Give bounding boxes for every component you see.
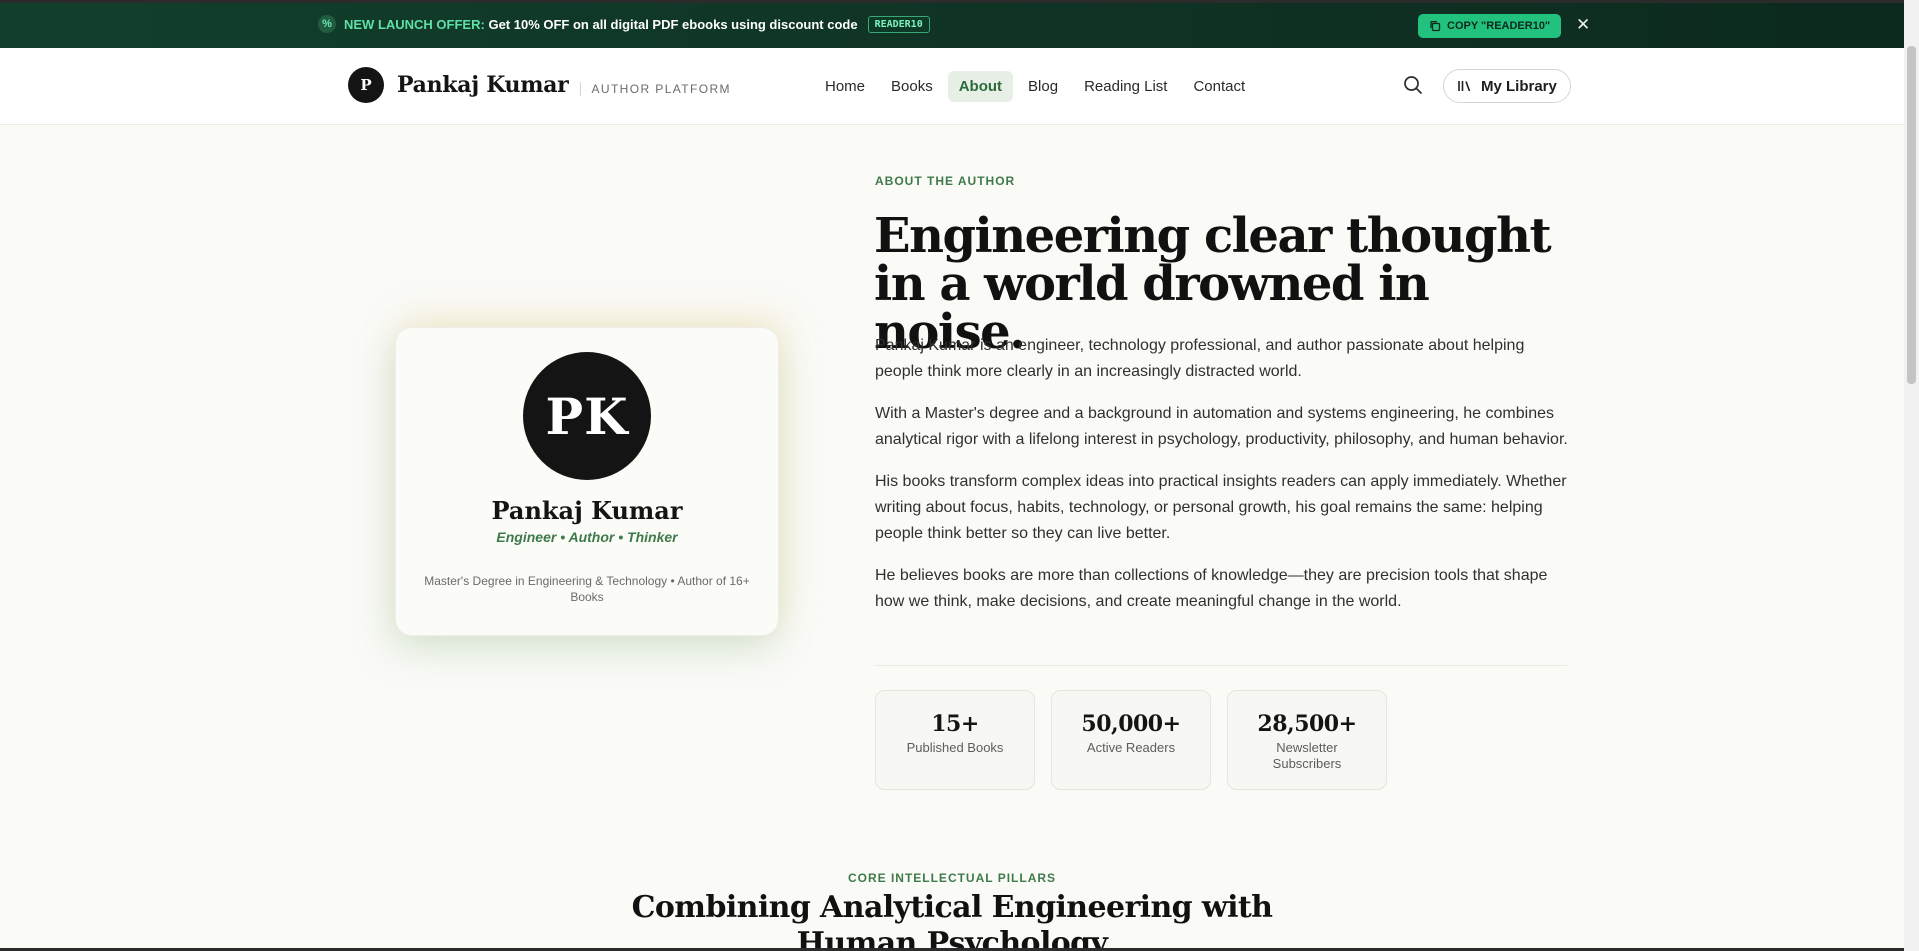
profile-credentials: Master's Degree in Engineering & Technol… bbox=[424, 574, 750, 604]
scrollbar-thumb[interactable] bbox=[1907, 46, 1916, 384]
author-profile-card: PK Pankaj Kumar Engineer • Author • Thin… bbox=[396, 328, 778, 635]
bio-paragraph: His books transform complex ideas into p… bbox=[875, 473, 1567, 542]
copy-icon bbox=[1430, 21, 1441, 32]
nav-contact[interactable]: Contact bbox=[1182, 71, 1256, 102]
profile-tagline: Engineer • Author • Thinker bbox=[496, 529, 678, 545]
search-icon[interactable] bbox=[1402, 74, 1424, 96]
stat-value: 28,500+ bbox=[1257, 711, 1357, 737]
library-icon bbox=[1458, 81, 1471, 92]
close-icon[interactable]: ✕ bbox=[1576, 15, 1590, 35]
pillars-title: Combining Analytical Engineering with Hu… bbox=[0, 890, 1904, 948]
promo-banner: % NEW LAUNCH OFFER: Get 10% OFF on all d… bbox=[0, 3, 1904, 48]
nav-reading-list[interactable]: Reading List bbox=[1073, 71, 1178, 102]
site-logo[interactable]: P Pankaj Kumar AUTHOR PLATFORM bbox=[348, 67, 731, 103]
my-library-button[interactable]: My Library bbox=[1443, 69, 1571, 103]
about-eyebrow: ABOUT THE AUTHOR bbox=[875, 174, 1016, 188]
copy-code-button[interactable]: COPY "READER10" bbox=[1418, 14, 1562, 38]
nav-about[interactable]: About bbox=[947, 71, 1014, 102]
stat-value: 50,000+ bbox=[1081, 711, 1181, 737]
promo-message: % NEW LAUNCH OFFER: Get 10% OFF on all d… bbox=[318, 15, 930, 33]
nav-blog[interactable]: Blog bbox=[1017, 71, 1069, 102]
copy-code-label: COPY "READER10" bbox=[1447, 20, 1551, 32]
stat-label: Newsletter Subscribers bbox=[1272, 740, 1342, 771]
main-nav: Home Books About Blog Reading List Conta… bbox=[814, 71, 1256, 102]
profile-name: Pankaj Kumar bbox=[491, 496, 683, 525]
stat-card-subscribers: 28,500+ Newsletter Subscribers bbox=[1227, 690, 1387, 790]
logo-subtitle: AUTHOR PLATFORM bbox=[580, 81, 730, 96]
promo-highlight: NEW LAUNCH OFFER: bbox=[344, 16, 485, 32]
promo-text: Get 10% OFF on all digital PDF ebooks us… bbox=[488, 16, 858, 32]
page: % NEW LAUNCH OFFER: Get 10% OFF on all d… bbox=[0, 0, 1904, 948]
pillars-title-text: Combining Analytical Engineering with Hu… bbox=[631, 890, 1273, 948]
stat-label: Active Readers bbox=[1086, 740, 1176, 755]
stat-card-books: 15+ Published Books bbox=[875, 690, 1035, 790]
author-bio: Pankaj Kumar is an engineer, technology … bbox=[875, 333, 1575, 631]
pillars-eyebrow: CORE INTELLECTUAL PILLARS bbox=[847, 871, 1057, 885]
section-divider bbox=[875, 665, 1567, 666]
avatar: PK bbox=[523, 352, 651, 480]
bio-paragraph: He believes books are more than collecti… bbox=[875, 567, 1548, 610]
stat-value: 15+ bbox=[931, 711, 979, 737]
bio-paragraph: Pankaj Kumar is an engineer, technology … bbox=[875, 337, 1525, 380]
stat-label: Published Books bbox=[906, 740, 1004, 755]
percent-badge-icon: % bbox=[318, 15, 336, 33]
promo-code: READER10 bbox=[867, 15, 930, 33]
stats-row: 15+ Published Books 50,000+ Active Reade… bbox=[875, 690, 1387, 790]
my-library-label: My Library bbox=[1481, 77, 1557, 95]
nav-home[interactable]: Home bbox=[814, 71, 876, 102]
site-header: P Pankaj Kumar AUTHOR PLATFORM Home Book… bbox=[0, 48, 1904, 125]
logo-name: Pankaj Kumar bbox=[397, 72, 569, 98]
logo-mark: P bbox=[348, 67, 384, 103]
stat-card-readers: 50,000+ Active Readers bbox=[1051, 690, 1211, 790]
page-scrollbar[interactable] bbox=[1904, 0, 1919, 951]
bio-paragraph: With a Master's degree and a background … bbox=[875, 405, 1568, 448]
nav-books[interactable]: Books bbox=[880, 71, 944, 102]
